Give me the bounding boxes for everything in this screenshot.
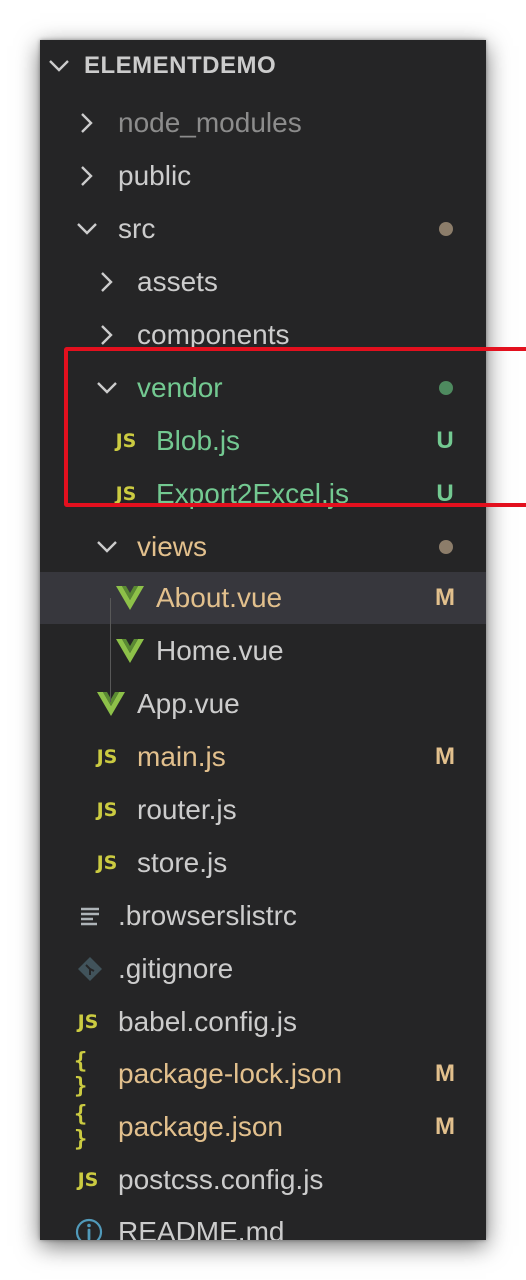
git-status-badge: U [436,480,454,507]
git-status-badge: M [435,743,455,770]
json-icon: { } [74,1102,90,1152]
vue-icon [114,625,146,677]
file-row-package-json[interactable]: { } package.json M [40,1101,486,1153]
git-status-badge: M [435,584,455,611]
indent-guide [110,598,111,702]
lines-icon [78,890,102,942]
git-status-badge: M [435,1113,455,1140]
file-row-store-js[interactable]: JS store.js [40,837,486,889]
chevron-down-icon[interactable] [72,203,102,255]
folder-row-public[interactable]: public [40,150,486,202]
file-row-gitignore[interactable]: .gitignore [40,943,486,995]
chevron-right-icon[interactable] [72,97,102,149]
item-label: src [118,213,156,244]
item-label: router.js [137,794,237,825]
chevron-right-icon[interactable] [72,150,102,202]
file-row-router-js[interactable]: JS router.js [40,784,486,836]
file-row-about-vue[interactable]: About.vue M [40,572,486,624]
item-label: vendor [137,372,223,403]
item-label: About.vue [156,582,283,613]
vue-icon [114,572,146,624]
item-label: main.js [137,741,226,772]
git-icon [76,943,104,995]
js-icon: JS [96,746,118,768]
explorer-panel: ELEMENTDEMO node_modulespublic src assets c… [40,40,486,1240]
chevron-down-icon [44,40,74,92]
js-icon: JS [77,1169,99,1191]
js-icon: JS [115,483,137,505]
explorer-root-header[interactable]: ELEMENTDEMO [40,40,486,92]
vue-icon [95,678,127,730]
item-label: Export2Excel.js [156,478,349,509]
js-icon: JS [77,1011,99,1033]
item-label: public [118,160,192,191]
item-label: .browserslistrc [118,900,297,931]
file-row-export2excel-js[interactable]: JS Export2Excel.js U [40,468,486,520]
folder-row-views[interactable]: views [40,521,486,573]
item-label: store.js [137,847,228,878]
folder-row-vendor[interactable]: vendor [40,362,486,414]
file-row-postcss-config-js[interactable]: JS postcss.config.js [40,1154,486,1206]
chevron-right-icon[interactable] [92,256,122,308]
item-label: babel.config.js [118,1006,298,1037]
item-label: package.json [118,1111,284,1142]
folder-row-components[interactable]: components [40,309,486,361]
explorer-root-title: ELEMENTDEMO [84,52,277,79]
file-row-blob-js[interactable]: JS Blob.js U [40,415,486,467]
item-label: .gitignore [118,953,234,984]
change-dot-indicator [439,222,453,236]
folder-row-src[interactable]: src [40,203,486,255]
file-row-home-vue[interactable]: Home.vue [40,625,486,677]
file-row-babel-config-js[interactable]: JS babel.config.js [40,996,486,1048]
item-label: postcss.config.js [118,1164,324,1195]
item-label: Blob.js [156,425,241,456]
info-icon [74,1206,104,1240]
folder-row-assets[interactable]: assets [40,256,486,308]
file-row-readme-md[interactable]: README.md [40,1206,486,1240]
chevron-down-icon[interactable] [92,362,122,414]
change-dot-indicator [439,381,453,395]
item-label: App.vue [137,688,240,719]
git-status-badge: U [436,427,454,454]
file-row-package-lock-json[interactable]: { } package-lock.json M [40,1048,486,1100]
item-label: views [137,531,208,562]
chevron-down-icon[interactable] [92,521,122,573]
change-dot-indicator [439,540,453,554]
file-row-main-js[interactable]: JS main.js M [40,731,486,783]
item-label: node_modules [118,107,302,138]
git-status-badge: M [435,1060,455,1087]
item-label: components [137,319,290,350]
item-label: assets [137,266,218,297]
json-icon: { } [74,1049,90,1099]
item-label: Home.vue [156,635,284,666]
file-row-app-vue[interactable]: App.vue [40,678,486,730]
item-label: README.md [118,1216,285,1240]
js-icon: JS [96,852,118,874]
js-icon: JS [96,799,118,821]
folder-row-node-modules[interactable]: node_modules [40,97,486,149]
chevron-right-icon[interactable] [92,309,122,361]
js-icon: JS [115,430,137,452]
file-row-browserslistrc[interactable]: .browserslistrc [40,890,486,942]
item-label: package-lock.json [118,1058,343,1089]
